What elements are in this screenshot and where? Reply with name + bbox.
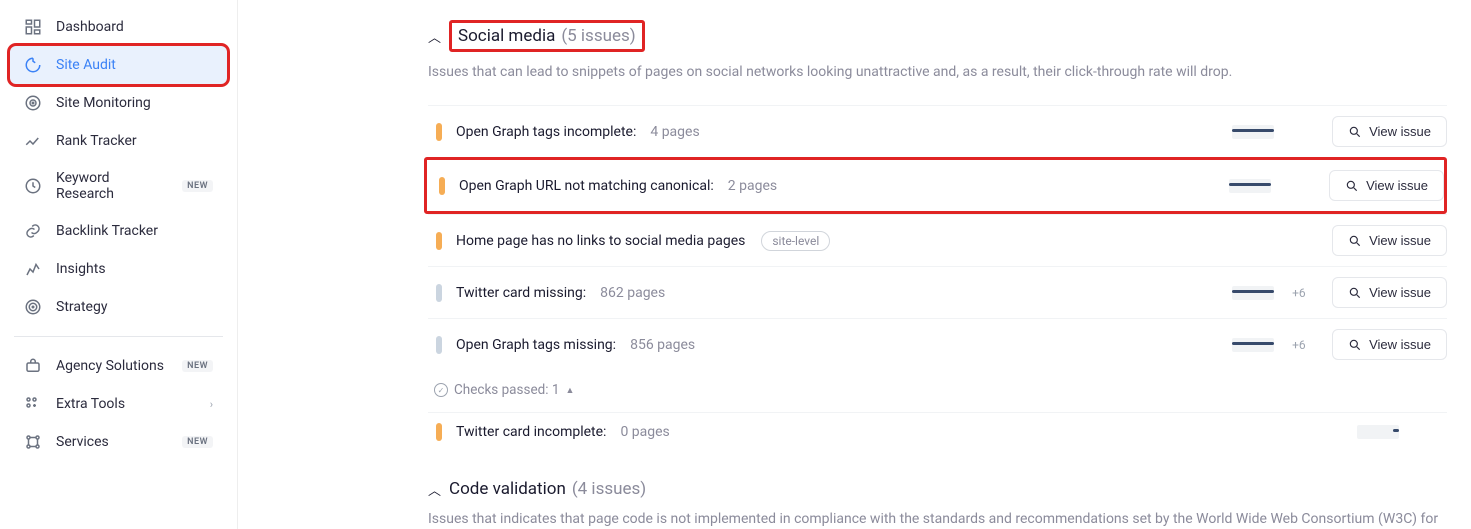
- section-issue-count: (4 issues): [572, 479, 646, 499]
- severity-indicator: [439, 177, 445, 195]
- dashboard-icon: [24, 18, 42, 36]
- trend-sparkline: [1232, 338, 1274, 352]
- trend-sparkline: [1232, 125, 1274, 139]
- link-icon: [24, 222, 42, 240]
- checks-passed-label: Checks passed: 1: [454, 382, 559, 398]
- chevron-right-icon: ›: [210, 398, 213, 411]
- issue-row: Twitter card missing: 862 pages +6 View iss…: [428, 266, 1447, 318]
- view-issue-button[interactable]: View issue: [1332, 277, 1447, 308]
- section-description: Issues that indicates that page code is …: [428, 509, 1447, 529]
- sidebar-item-rank-tracker[interactable]: Rank Tracker: [10, 122, 227, 160]
- agency-icon: [24, 357, 42, 375]
- sidebar-item-label: Keyword Research: [56, 170, 168, 202]
- sidebar-item-label: Dashboard: [56, 19, 213, 35]
- view-issue-label: View issue: [1369, 233, 1431, 248]
- more-count: +6: [1292, 338, 1310, 352]
- strategy-icon: [24, 298, 42, 316]
- issue-name[interactable]: Open Graph URL not matching canonical:: [459, 178, 714, 194]
- chevron-up-icon: ︿: [428, 27, 441, 46]
- chevron-up-icon: ︿: [428, 480, 441, 499]
- sidebar-item-site-audit[interactable]: Site Audit: [10, 46, 227, 84]
- section-header-code-validation[interactable]: ︿ Code validation (4 issues): [428, 479, 1447, 499]
- tools-icon: [24, 395, 42, 413]
- sidebar-item-label: Strategy: [56, 299, 213, 315]
- sidebar-item-extra-tools[interactable]: Extra Tools ›: [10, 385, 227, 423]
- caret-up-icon: ▲: [565, 385, 574, 396]
- sidebar-item-label: Backlink Tracker: [56, 223, 213, 239]
- severity-indicator: [436, 123, 442, 141]
- section-description: Issues that can lead to snippets of page…: [428, 62, 1447, 83]
- severity-indicator: [436, 423, 442, 441]
- nav-separator: [14, 336, 223, 337]
- issue-name[interactable]: Twitter card incomplete:: [456, 424, 606, 440]
- issue-name[interactable]: Open Graph tags incomplete:: [456, 124, 636, 140]
- issue-row: Open Graph URL not matching canonical: 2 …: [424, 157, 1447, 214]
- issue-row: Twitter card incomplete: 0 pages: [428, 412, 1447, 451]
- severity-indicator: [436, 336, 442, 354]
- severity-indicator: [436, 284, 442, 302]
- issue-pages-count: 4 pages: [650, 124, 699, 140]
- sidebar-item-label: Insights: [56, 261, 213, 277]
- trend-sparkline: [1232, 286, 1274, 300]
- trend-sparkline: [1357, 425, 1399, 439]
- issue-name[interactable]: Twitter card missing:: [456, 285, 586, 301]
- severity-indicator: [436, 232, 442, 250]
- site-level-badge: site-level: [761, 231, 830, 251]
- view-issue-button[interactable]: View issue: [1332, 225, 1447, 256]
- keyword-icon: [24, 177, 42, 195]
- sidebar-item-label: Rank Tracker: [56, 133, 213, 149]
- new-badge: NEW: [182, 360, 213, 372]
- monitoring-icon: [24, 94, 42, 112]
- view-issue-button[interactable]: View issue: [1332, 116, 1447, 147]
- sidebar-item-strategy[interactable]: Strategy: [10, 288, 227, 326]
- section-issue-count: (5 issues): [561, 26, 635, 46]
- sidebar-item-label: Agency Solutions: [56, 358, 168, 374]
- sidebar-item-keyword-research[interactable]: Keyword Research NEW: [10, 160, 227, 212]
- sidebar-item-site-monitoring[interactable]: Site Monitoring: [10, 84, 227, 122]
- issue-pages-count: 862 pages: [600, 285, 665, 301]
- issue-name[interactable]: Open Graph tags missing:: [456, 337, 616, 353]
- issue-pages-count: 856 pages: [630, 337, 695, 353]
- section-title: Code validation: [449, 479, 566, 499]
- services-icon: [24, 433, 42, 451]
- section-header-social-media[interactable]: ︿ Social media (5 issues): [428, 20, 1447, 52]
- sidebar-item-dashboard[interactable]: Dashboard: [10, 8, 227, 46]
- sidebar-item-agency-solutions[interactable]: Agency Solutions NEW: [10, 347, 227, 385]
- rank-icon: [24, 132, 42, 150]
- issue-pages-count: 2 pages: [728, 178, 777, 194]
- issue-row: Open Graph tags missing: 856 pages +6 View …: [428, 318, 1447, 370]
- sidebar-item-label: Site Audit: [56, 57, 213, 73]
- sidebar-item-label: Extra Tools: [56, 396, 196, 412]
- sidebar-item-backlink-tracker[interactable]: Backlink Tracker: [10, 212, 227, 250]
- new-badge: NEW: [182, 436, 213, 448]
- sidebar: Dashboard Site Audit Site Monitoring Rank T…: [0, 0, 238, 529]
- issue-row: Open Graph tags incomplete: 4 pages View i…: [428, 105, 1447, 157]
- new-badge: NEW: [182, 180, 213, 192]
- check-circle-icon: ✓: [434, 383, 448, 397]
- issue-pages-count: 0 pages: [620, 424, 669, 440]
- trend-sparkline: [1229, 179, 1271, 193]
- more-count: +6: [1292, 286, 1310, 300]
- sidebar-item-insights[interactable]: Insights: [10, 250, 227, 288]
- insights-icon: [24, 260, 42, 278]
- main-content: ︿ Social media (5 issues) Issues that can l…: [238, 0, 1471, 529]
- sidebar-item-services[interactable]: Services NEW: [10, 423, 227, 461]
- view-issue-button[interactable]: View issue: [1332, 329, 1447, 360]
- sidebar-item-label: Services: [56, 434, 168, 450]
- view-issue-button[interactable]: View issue: [1329, 170, 1444, 201]
- checks-passed-toggle[interactable]: ✓ Checks passed: 1 ▲: [428, 370, 580, 412]
- view-issue-label: View issue: [1369, 285, 1431, 300]
- sidebar-item-label: Site Monitoring: [56, 95, 213, 111]
- view-issue-label: View issue: [1369, 337, 1431, 352]
- issue-row: Home page has no links to social media p…: [428, 214, 1447, 266]
- view-issue-label: View issue: [1366, 178, 1428, 193]
- section-title: Social media: [458, 26, 555, 46]
- audit-icon: [24, 56, 42, 74]
- view-issue-label: View issue: [1369, 124, 1431, 139]
- issue-name[interactable]: Home page has no links to social media p…: [456, 233, 745, 249]
